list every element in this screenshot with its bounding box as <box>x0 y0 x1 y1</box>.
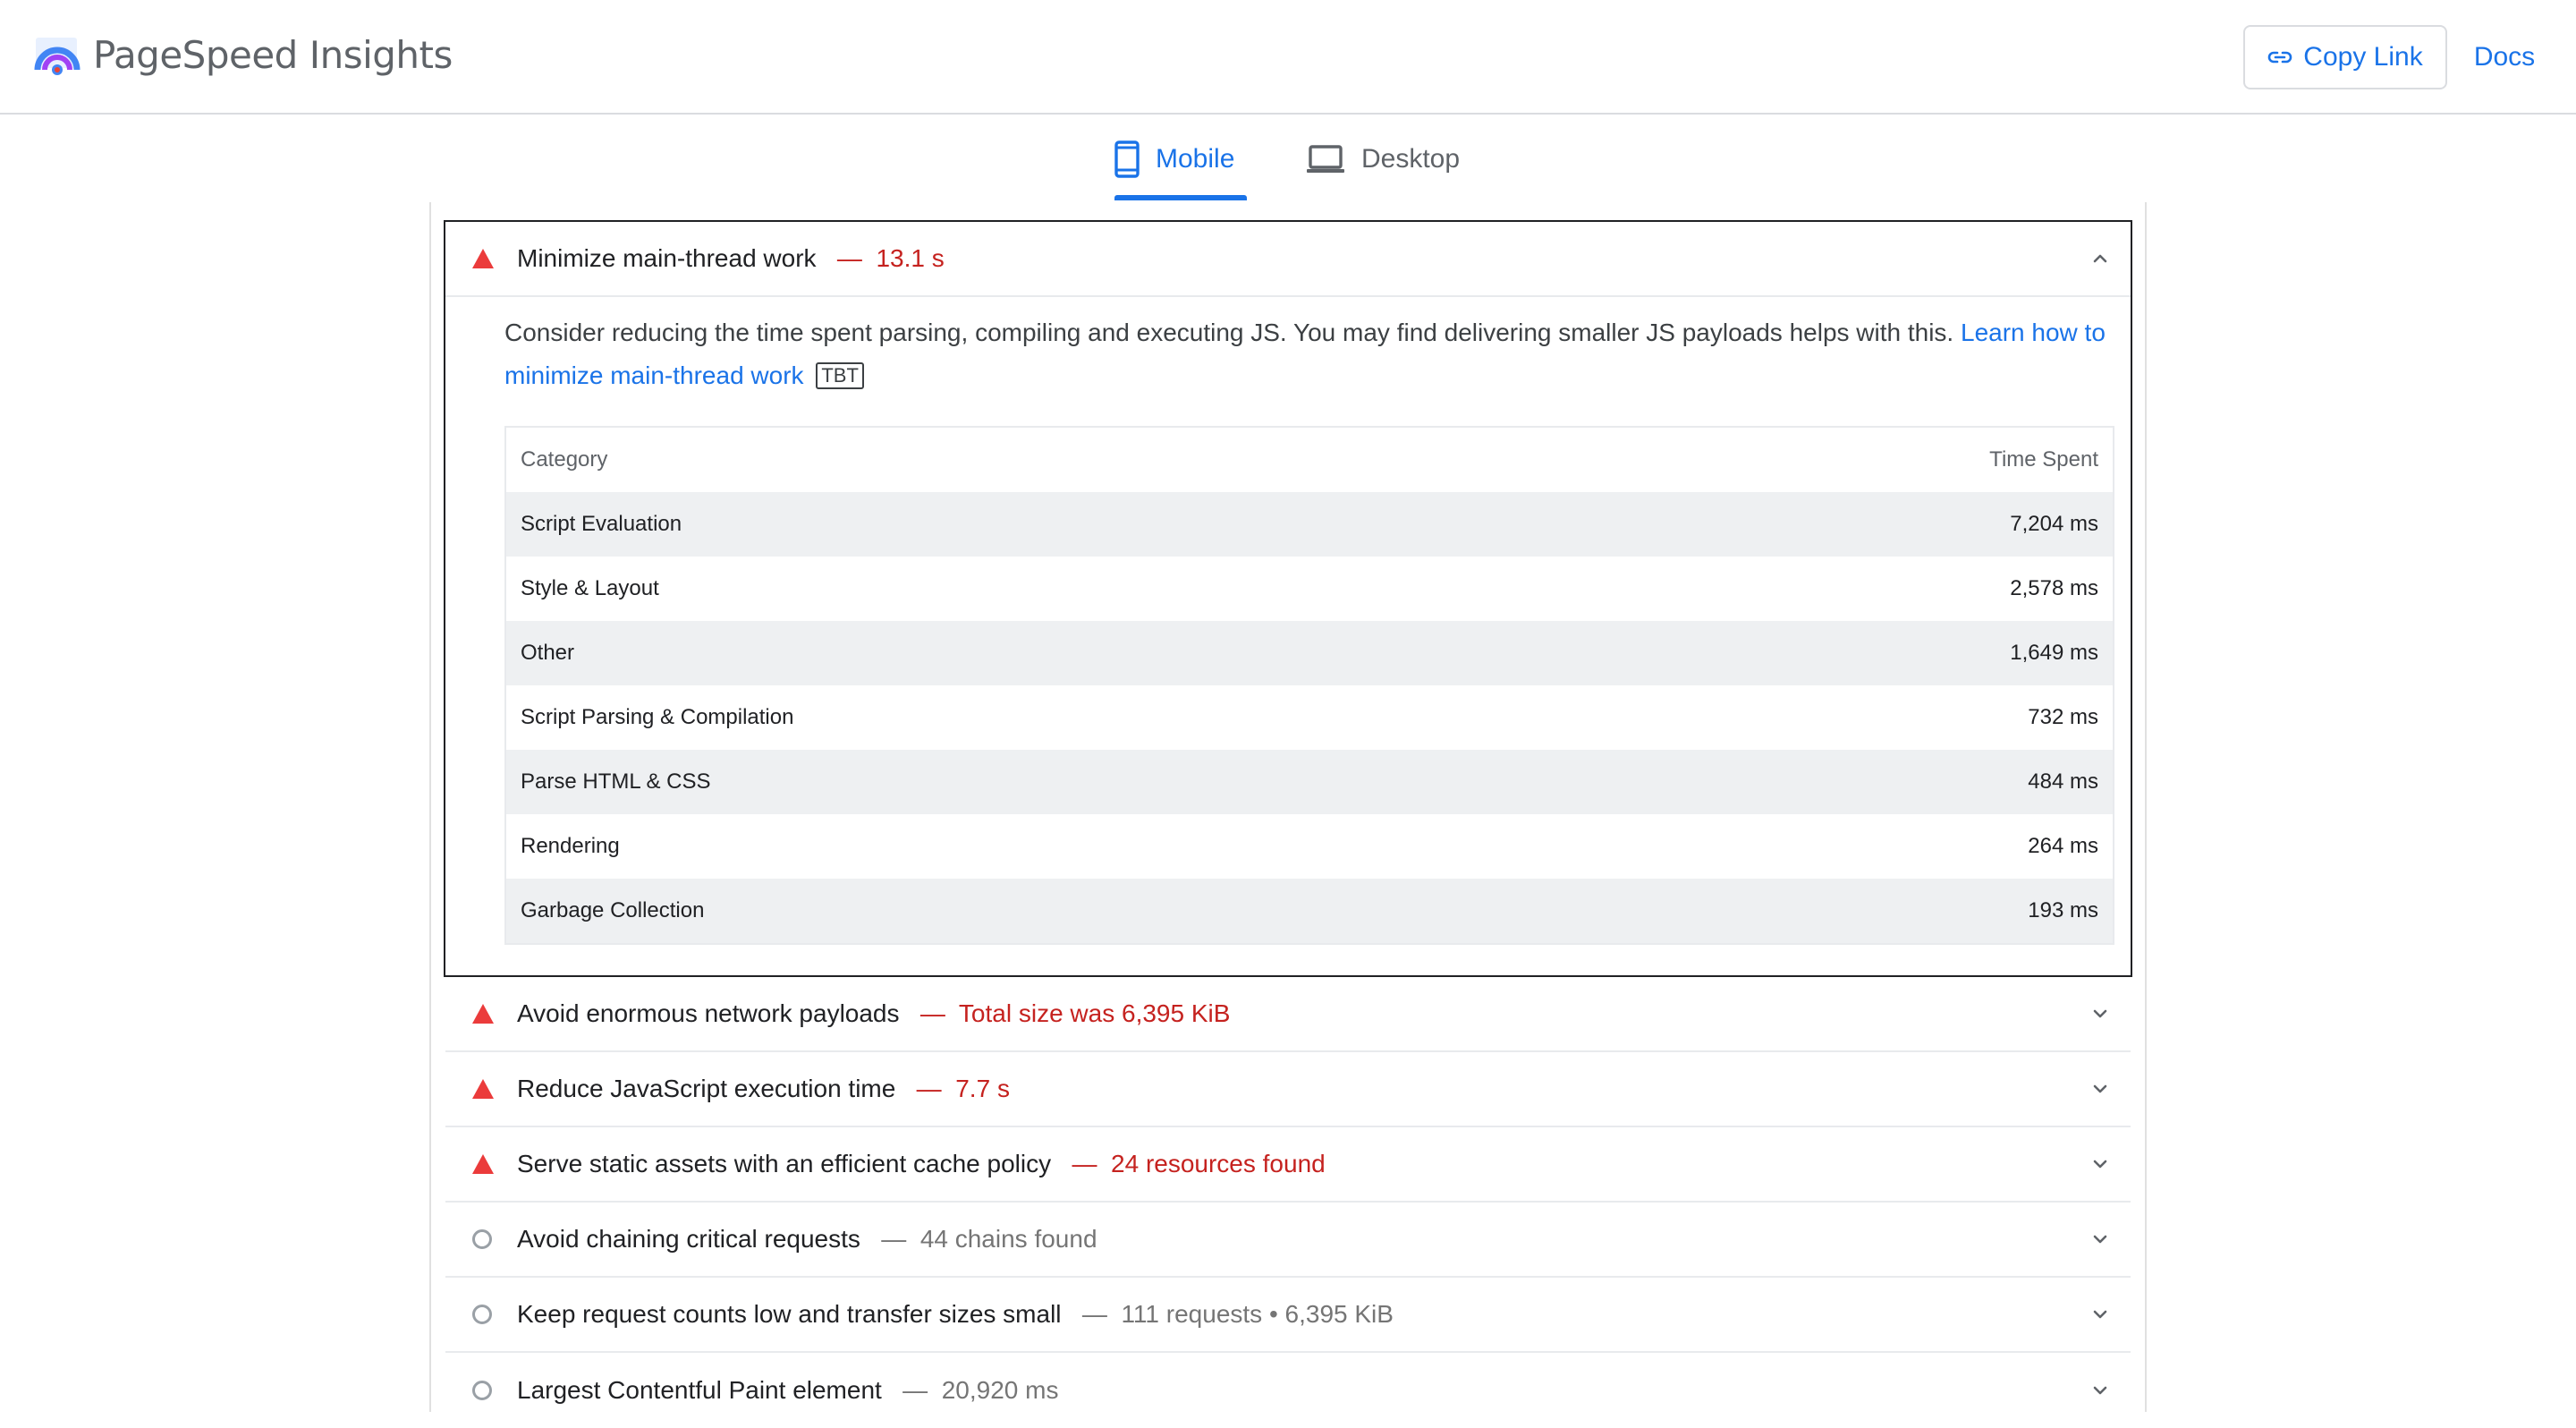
docs-link[interactable]: Docs <box>2451 25 2558 89</box>
audit-separator: — <box>916 1075 942 1102</box>
audit-display-value: 44 chains found <box>919 1225 1097 1253</box>
informative-circle-icon <box>472 1381 492 1400</box>
audit-title: Largest Contentful Paint element <box>517 1376 882 1404</box>
table-row: Garbage Collection 193 ms <box>506 879 2113 943</box>
table-row: Script Parsing & Compilation 732 ms <box>506 685 2113 750</box>
phone-icon <box>1114 140 1140 178</box>
audit-title-line: Largest Contentful Paint element — 20,92… <box>517 1376 1058 1405</box>
audit-title: Avoid chaining critical requests <box>517 1225 860 1253</box>
chevron-down-icon[interactable] <box>2089 1304 2111 1325</box>
cell-time: 2,578 ms <box>2010 576 2098 600</box>
audit-description: Consider reducing the time spent parsing… <box>504 311 2106 397</box>
audit-display-value: 111 requests • 6,395 KiB <box>1121 1300 1394 1328</box>
cell-time: 264 ms <box>2028 834 2098 858</box>
tab-mobile[interactable]: Mobile <box>1114 116 1249 202</box>
cell-category: Garbage Collection <box>521 898 705 922</box>
fail-triangle-icon <box>472 1154 494 1174</box>
chevron-down-icon[interactable] <box>2089 1003 2111 1024</box>
copy-link-label: Copy Link <box>2303 42 2423 72</box>
audit-mainthread-work: Minimize main-thread work — 13.1 s Consi… <box>444 220 2132 977</box>
cell-time: 7,204 ms <box>2010 512 2098 536</box>
cell-time: 484 ms <box>2028 769 2098 794</box>
table-row: Parse HTML & CSS 484 ms <box>506 750 2113 814</box>
table-row: Script Evaluation 7,204 ms <box>506 492 2113 557</box>
audit-title-line: Keep request counts low and transfer siz… <box>517 1300 1394 1329</box>
chevron-down-icon[interactable] <box>2089 1078 2111 1100</box>
chevron-down-icon[interactable] <box>2089 1153 2111 1175</box>
audit-display-value: 7.7 s <box>955 1075 1010 1102</box>
cell-category: Parse HTML & CSS <box>521 769 711 794</box>
fail-triangle-icon <box>472 1079 494 1099</box>
table-row: Other 1,649 ms <box>506 621 2113 685</box>
audit-display-value: 24 resources found <box>1111 1150 1326 1177</box>
audit-critical-request-chains[interactable]: Avoid chaining critical requests — 44 ch… <box>445 1203 2131 1278</box>
cell-time: 732 ms <box>2028 705 2098 729</box>
cell-category: Other <box>521 641 575 665</box>
audit-title: Avoid enormous network payloads <box>517 999 900 1027</box>
audit-separator: — <box>836 244 862 272</box>
audit-display-value: Total size was 6,395 KiB <box>958 999 1231 1027</box>
table-row: Style & Layout 2,578 ms <box>506 557 2113 621</box>
audit-title: Minimize main-thread work <box>517 244 817 272</box>
tab-mobile-label: Mobile <box>1156 144 1235 174</box>
laptop-icon <box>1307 145 1344 173</box>
audit-title-line: Reduce JavaScript execution time — 7.7 s <box>517 1075 1010 1103</box>
device-tabs: Mobile Desktop <box>0 116 2576 202</box>
table-header: Category Time Spent <box>506 428 2113 492</box>
column-header-time: Time Spent <box>1989 447 2098 472</box>
audit-title: Reduce JavaScript execution time <box>517 1075 896 1102</box>
audit-title: Serve static assets with an efficient ca… <box>517 1150 1052 1177</box>
tab-desktop[interactable]: Desktop <box>1306 116 1485 202</box>
audit-separator: — <box>902 1376 928 1404</box>
table-row: Rendering 264 ms <box>506 814 2113 879</box>
audit-resource-summary[interactable]: Keep request counts low and transfer siz… <box>445 1278 2131 1353</box>
metric-badge: TBT <box>816 362 864 389</box>
tab-desktop-label: Desktop <box>1361 144 1461 174</box>
selected-tab-indicator <box>1114 195 1247 200</box>
pagespeed-logo-icon[interactable] <box>32 34 82 79</box>
cell-category: Script Evaluation <box>521 512 682 536</box>
cell-category: Script Parsing & Compilation <box>521 705 794 729</box>
audit-js-execution-time[interactable]: Reduce JavaScript execution time — 7.7 s <box>445 1052 2131 1127</box>
link-icon <box>2268 51 2292 64</box>
cell-category: Rendering <box>521 834 620 858</box>
audit-separator: — <box>1072 1150 1097 1177</box>
fail-triangle-icon <box>472 1004 494 1024</box>
chevron-up-icon[interactable] <box>2089 248 2111 269</box>
cell-time: 1,649 ms <box>2010 641 2098 665</box>
audit-separator: — <box>881 1225 907 1253</box>
chevron-down-icon[interactable] <box>2089 1380 2111 1401</box>
audit-title-line: Minimize main-thread work — 13.1 s <box>517 244 945 273</box>
audit-header[interactable]: Minimize main-thread work — 13.1 s <box>445 222 2131 297</box>
copy-link-button[interactable]: Copy Link <box>2243 25 2447 89</box>
cell-category: Style & Layout <box>521 576 659 600</box>
app-title: PageSpeed Insights <box>93 33 453 77</box>
audit-separator: — <box>919 999 945 1027</box>
audit-description-text: Consider reducing the time spent parsing… <box>504 319 1954 346</box>
audit-display-value: 13.1 s <box>876 244 945 272</box>
fail-triangle-icon <box>472 249 494 268</box>
audit-display-value: 20,920 ms <box>941 1376 1059 1404</box>
informative-circle-icon <box>472 1305 492 1324</box>
audit-title-line: Avoid chaining critical requests — 44 ch… <box>517 1225 1097 1254</box>
informative-circle-icon <box>472 1229 492 1249</box>
audit-lcp-element[interactable]: Largest Contentful Paint element — 20,92… <box>445 1353 2131 1428</box>
audit-cache-policy[interactable]: Serve static assets with an efficient ca… <box>445 1127 2131 1203</box>
details-table: Category Time Spent Script Evaluation 7,… <box>504 426 2114 945</box>
audit-title-line: Serve static assets with an efficient ca… <box>517 1150 1326 1178</box>
audit-separator: — <box>1081 1300 1107 1328</box>
chevron-down-icon[interactable] <box>2089 1228 2111 1250</box>
cell-time: 193 ms <box>2028 898 2098 922</box>
audit-title: Keep request counts low and transfer siz… <box>517 1300 1062 1328</box>
audit-network-payloads[interactable]: Avoid enormous network payloads — Total … <box>445 977 2131 1052</box>
top-app-bar: PageSpeed Insights Copy Link Docs <box>0 0 2576 115</box>
audit-title-line: Avoid enormous network payloads — Total … <box>517 999 1230 1028</box>
column-header-category: Category <box>521 447 608 472</box>
